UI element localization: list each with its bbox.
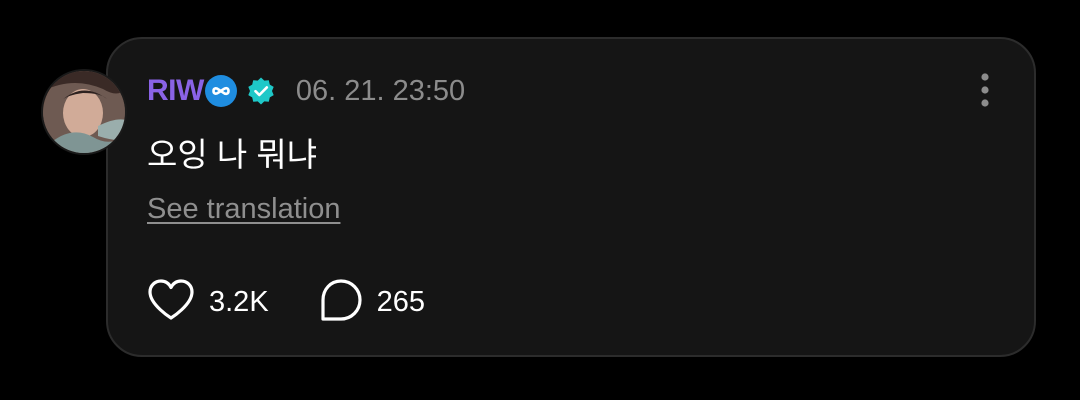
like-button[interactable]: 3.2K — [147, 278, 269, 327]
post-timestamp: 06. 21. 23:50 — [295, 74, 466, 107]
post-header: RIW 06. 21. 23:50 — [147, 70, 465, 112]
more-vertical-icon[interactable] — [971, 71, 999, 109]
infinity-icon — [204, 74, 238, 108]
username[interactable]: RIW — [147, 74, 204, 108]
avatar-image — [43, 71, 125, 153]
post-actions: 3.2K 265 — [147, 278, 425, 327]
comment-count: 265 — [376, 285, 426, 318]
comment-icon — [319, 278, 363, 327]
post-screen: RIW 06. 21. 23:50 오잉 나 뭐냐 See translatio… — [0, 0, 1080, 400]
see-translation-link[interactable]: See translation — [147, 193, 340, 226]
post-message: 오잉 나 뭐냐 — [147, 136, 318, 173]
heart-icon — [147, 278, 195, 327]
avatar[interactable] — [41, 69, 127, 155]
comment-button[interactable]: 265 — [319, 278, 425, 327]
verified-icon — [246, 76, 276, 106]
like-count: 3.2K — [209, 285, 269, 318]
